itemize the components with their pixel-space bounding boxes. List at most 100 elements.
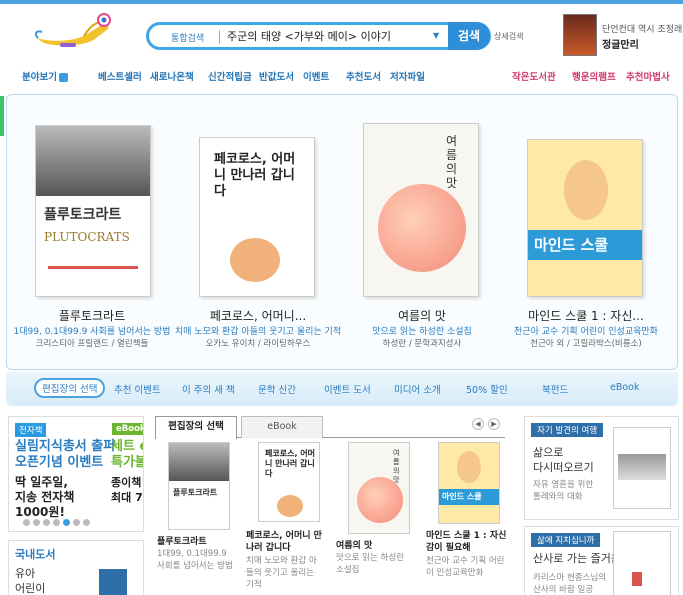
- carousel-dot[interactable]: [53, 519, 60, 526]
- domestic-book-thumb[interactable]: [99, 569, 127, 595]
- chevron-down-icon[interactable]: ▼: [433, 31, 439, 40]
- carousel-dot[interactable]: [23, 519, 30, 526]
- ad-book-cover[interactable]: [563, 14, 597, 56]
- search-scope-select[interactable]: 통합검색: [171, 31, 204, 44]
- featured-book-cover-2[interactable]: 페코로스, 어머니 만나러 갑니다: [199, 137, 315, 297]
- carousel-dot[interactable]: [43, 519, 50, 526]
- cover-skyline-image: [36, 126, 150, 196]
- ad-title[interactable]: 정글만리: [602, 36, 639, 51]
- lower-book-cover-3[interactable]: 여름의 맛: [348, 442, 410, 534]
- featured-title-2[interactable]: 페코로스, 어머니...: [173, 307, 343, 324]
- featured-book-cover-4[interactable]: 마인드 스쿨: [527, 139, 643, 297]
- search-input[interactable]: [227, 29, 477, 42]
- lower-book-cover-4[interactable]: 마인드 스쿨: [438, 442, 500, 524]
- featured-title-3[interactable]: 여름의 맛: [337, 307, 507, 324]
- promo-box-2-header: 삶에 지치십니까: [531, 533, 601, 547]
- lower-book-title-2[interactable]: 페코로스, 어머니 만나러 갑니다: [246, 530, 324, 554]
- ebook-promo-banner[interactable]: 전자책 eBook 실림지식총서 출퍼 오픈기념 이벤트 딱 일주일, 지송 전…: [8, 416, 144, 532]
- featured-title-4[interactable]: 마인드 스쿨 1 : 자신...: [501, 307, 671, 324]
- nav-item-lamp[interactable]: 행운의램프: [572, 69, 616, 83]
- featured-desc-3: 맛으로 읽는 하성란 소설집: [372, 327, 472, 337]
- cover-illustration-4: [457, 451, 481, 483]
- nav-item-event[interactable]: 이벤트: [303, 69, 329, 83]
- tab-recommend-event[interactable]: 추천 이벤트: [114, 382, 161, 396]
- tab-media[interactable]: 미디어 소개: [394, 382, 441, 396]
- lower-tabs: 편집장의 선택 eBook: [155, 416, 505, 439]
- prev-arrow-icon[interactable]: ◀: [472, 418, 484, 430]
- promo-box-self-discovery[interactable]: 자기 발견의 여행 삶으로 다시떠오르기 자유 영혼을 위한 톨레와의 대화: [524, 416, 679, 520]
- promo-box-2-cover[interactable]: [613, 531, 671, 595]
- cover-title-3: 여름의 맛: [446, 134, 458, 190]
- cover-title-small-3: 여름의 맛: [393, 449, 400, 484]
- featured-book-cover-3[interactable]: 여름의 맛: [363, 123, 479, 297]
- tab-book-fund[interactable]: 북펀드: [542, 382, 568, 396]
- cover-illustration-2: [230, 238, 280, 282]
- carousel-dot[interactable]: [73, 519, 80, 526]
- tab-editor-pick[interactable]: 편집장의 선택: [34, 378, 106, 398]
- search-button[interactable]: 검색: [448, 22, 490, 50]
- promo-box-temple[interactable]: 삶에 지치십니까 산사로 가는 즐거움 카리스마 현종스님의 산사의 바람 일공: [524, 526, 679, 595]
- nav-item-recommend[interactable]: 추천도서: [346, 69, 381, 83]
- domestic-books-title[interactable]: 국내도서: [15, 546, 55, 562]
- featured-tabs: 편집장의 선택 추천 이벤트 이 주의 새 책 문학 신간 이벤트 도서 미디어…: [6, 372, 678, 406]
- peach-illustration: [378, 184, 466, 272]
- tab-new-this-week[interactable]: 이 주의 새 책: [182, 382, 235, 396]
- main-nav: 분야보기 베스트셀러 새로나온책 신간적립금 반값도서 이벤트 추천도서 저자파…: [0, 66, 683, 86]
- magic-lamp-logo[interactable]: [30, 12, 122, 52]
- lower-book-title-1[interactable]: 플루토크라트: [157, 536, 237, 548]
- carousel-dot-active[interactable]: [63, 519, 70, 526]
- cover-title-small-4: 마인드 스쿨: [442, 492, 482, 501]
- cover-illustration-2: [277, 495, 303, 517]
- tab-ebook[interactable]: eBook: [610, 382, 640, 393]
- lower-book-title-3[interactable]: 여름의 맛: [336, 540, 414, 552]
- cover-title-4: 마인드 스쿨: [534, 236, 609, 254]
- nav-item-authors[interactable]: 저자파일: [390, 69, 425, 83]
- lower-book-title-4[interactable]: 마인드 스쿨 1 : 자신감이 필요해: [426, 530, 508, 554]
- lower-book-desc-1: 1대99, 0.1대99.9 사회를 넘어서는 방법: [157, 549, 233, 571]
- nav-category[interactable]: 분야보기: [22, 69, 68, 83]
- promo-box-1-cover[interactable]: [613, 427, 671, 509]
- cover-title-small-2: 페코로스, 어머니 만나러 갑니다: [265, 449, 315, 478]
- nav-item-new[interactable]: 새로나온책: [150, 69, 194, 83]
- featured-book-cover-1[interactable]: 플루토크라트 PLUTOCRATS: [35, 125, 151, 297]
- tab-event-books[interactable]: 이벤트 도서: [324, 382, 371, 396]
- promo-box-2-desc-1: 카리스마 현종스님의: [533, 573, 607, 583]
- nav-item-wizard[interactable]: 추천마법사: [626, 69, 670, 83]
- domestic-item-children[interactable]: 어린이: [15, 580, 45, 595]
- cover-stripe: [48, 266, 138, 269]
- next-arrow-icon[interactable]: ▶: [488, 418, 500, 430]
- nav-item-bestseller[interactable]: 베스트셀러: [98, 69, 142, 83]
- nav-item-points[interactable]: 신간적립금: [208, 69, 252, 83]
- cover-title-2: 페코로스, 어머니 만나러 갑니다: [214, 152, 296, 199]
- chevron-down-icon: [58, 73, 68, 82]
- featured-desc-1: 1대99, 0.1대99.9 사회를 넘어서는 방법: [13, 327, 171, 337]
- detail-search-link[interactable]: 상세검색: [494, 31, 523, 42]
- tab-half-discount[interactable]: 50% 할인: [466, 382, 508, 396]
- featured-title-1[interactable]: 플루토크라트: [7, 307, 177, 324]
- ad-subtitle[interactable]: 단언컨대 역시 조정래: [602, 22, 682, 35]
- promo-box-1-title-1: 삶으로: [533, 446, 564, 459]
- lower-tab-ebook[interactable]: eBook: [241, 416, 323, 438]
- domestic-item-toddler[interactable]: 유아: [15, 565, 35, 581]
- lower-book-cover-1[interactable]: 플루토크라트: [168, 442, 230, 530]
- promo-box-1-desc-2: 톨레와의 대화: [533, 492, 583, 502]
- carousel-dot[interactable]: [33, 519, 40, 526]
- lower-book-cover-2[interactable]: 페코로스, 어머니 만나러 갑니다: [258, 442, 320, 522]
- ebook-badge-2: eBook: [112, 423, 143, 435]
- carousel-dots: [23, 518, 93, 529]
- cover-photo: [618, 454, 666, 480]
- cover-figure: [632, 572, 642, 586]
- nav-item-halfprice[interactable]: 반값도서: [259, 69, 294, 83]
- carousel-dot[interactable]: [83, 519, 90, 526]
- nav-item-library[interactable]: 작은도서관: [512, 69, 556, 83]
- promo-line-4: 지송 전자책: [15, 490, 75, 504]
- tab-literature-new[interactable]: 문학 신간: [258, 382, 296, 396]
- promo-side-4: 최대 75: [111, 491, 143, 504]
- peach-illustration: [357, 477, 403, 523]
- side-accent-bar: [0, 96, 4, 136]
- promo-box-2-desc-2: 산사의 바람 일공: [533, 585, 594, 595]
- promo-line-2: 오픈기념 이벤트: [15, 455, 104, 470]
- lower-tab-editor-pick[interactable]: 편집장의 선택: [155, 416, 237, 439]
- promo-side-1: 세트 e: [111, 439, 143, 454]
- top-accent-bar: [0, 0, 683, 4]
